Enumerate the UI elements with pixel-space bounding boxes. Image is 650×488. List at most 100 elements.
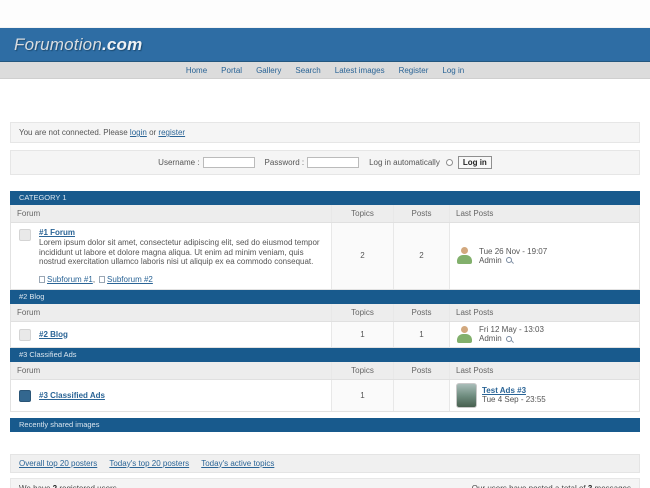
category-3-table: Forum Topics Posts Last Posts #3 Classif… xyxy=(10,362,640,412)
subforum-icon xyxy=(39,276,45,283)
registered-prefix: We have xyxy=(19,484,50,488)
forum-cell: #2 Blog xyxy=(11,322,331,347)
header-last-posts: Last Posts xyxy=(449,362,639,379)
view-latest-post-icon[interactable] xyxy=(506,257,512,263)
subforum-icon xyxy=(99,276,105,283)
login-form: Username : Password : Log in automatical… xyxy=(10,150,640,175)
registered-users-text: We have 2 registered users xyxy=(19,483,117,488)
connect-notice-or: or xyxy=(149,128,156,137)
login-link[interactable]: login xyxy=(130,128,147,137)
password-label: Password : xyxy=(265,158,305,167)
nav-item-search[interactable]: Search xyxy=(295,66,320,75)
registered-users-line: We have 2 registered users Our users hav… xyxy=(19,483,631,488)
forum-link[interactable]: #1 Forum xyxy=(39,228,75,237)
forum-cell: #3 Classified Ads xyxy=(11,380,331,411)
subforum-link-2[interactable]: Subforum #2 xyxy=(107,275,153,284)
topics-count: 2 xyxy=(331,223,393,289)
header-last-posts: Last Posts xyxy=(449,304,639,321)
login-button[interactable]: Log in xyxy=(458,156,492,169)
header-posts: Posts xyxy=(393,205,449,222)
register-link[interactable]: register xyxy=(158,128,185,137)
forum-status-icon xyxy=(19,329,31,341)
category-1-header: CATEGORY 1 xyxy=(10,191,640,205)
table-header-row: Forum Topics Posts Last Posts xyxy=(11,205,639,223)
messages-prefix: Our users have posted a total of xyxy=(472,484,586,488)
site-title: Forumotion.com xyxy=(14,35,142,55)
avatar xyxy=(456,246,473,265)
header-last-posts: Last Posts xyxy=(449,205,639,222)
topics-count: 1 xyxy=(331,380,393,411)
last-post-info: Tue 26 Nov - 19:07 Admin xyxy=(479,247,547,265)
table-header-row: Forum Topics Posts Last Posts xyxy=(11,362,639,380)
forum-status-icon xyxy=(19,229,31,241)
avatar-head xyxy=(461,247,468,254)
username-label: Username : xyxy=(158,158,199,167)
nav-item-gallery[interactable]: Gallery xyxy=(256,66,281,75)
auto-login-checkbox[interactable] xyxy=(446,159,453,166)
last-post-info: Test Ads #3 Tue 4 Sep - 23:55 xyxy=(482,386,546,404)
last-post-time: Tue 26 Nov - 19:07 xyxy=(479,247,547,256)
avatar-body xyxy=(457,255,472,264)
nav-item-home[interactable]: Home xyxy=(186,66,207,75)
registered-suffix: registered users xyxy=(59,484,116,488)
today-active-topics-link[interactable]: Today's active topics xyxy=(201,459,274,468)
category-2-header: #2 Blog xyxy=(10,290,640,304)
connect-notice: You are not connected. Please login or r… xyxy=(10,122,640,143)
header-forum: Forum xyxy=(11,304,331,321)
table-header-row: Forum Topics Posts Last Posts xyxy=(11,304,639,322)
avatar xyxy=(456,325,473,344)
nav-item-login[interactable]: Log in xyxy=(442,66,464,75)
header-topics: Topics xyxy=(331,304,393,321)
forum-row-2: #2 Blog 1 1 Fri 12 May - 13:03 Admin xyxy=(11,322,639,347)
header-posts: Posts xyxy=(393,304,449,321)
last-post-cell: Test Ads #3 Tue 4 Sep - 23:55 xyxy=(449,380,639,411)
last-post-info: Fri 12 May - 13:03 Admin xyxy=(479,325,544,343)
subforum-separator: , xyxy=(93,275,95,284)
category-1-table: Forum Topics Posts Last Posts #1 Forum L… xyxy=(10,205,640,290)
forum-link[interactable]: #3 Classified Ads xyxy=(39,391,105,400)
quick-links: Overall top 20 posters Today's top 20 po… xyxy=(10,454,640,473)
overall-top-posters-link[interactable]: Overall top 20 posters xyxy=(19,459,97,468)
last-post-cell: Tue 26 Nov - 19:07 Admin xyxy=(449,223,639,289)
nav-item-register[interactable]: Register xyxy=(399,66,429,75)
recent-images-body xyxy=(10,432,640,450)
forum-page: Forumotion.com Home Portal Gallery Searc… xyxy=(0,0,650,488)
last-post-thumbnail[interactable] xyxy=(456,383,477,408)
last-post-topic-link[interactable]: Test Ads #3 xyxy=(482,386,526,395)
last-post-author-name: Admin xyxy=(479,256,502,265)
registered-count: 2 xyxy=(53,484,57,488)
last-post-time: Fri 12 May - 13:03 xyxy=(479,325,544,334)
posts-count: 2 xyxy=(393,223,449,289)
avatar-body xyxy=(457,334,472,343)
header-topics: Topics xyxy=(331,205,393,222)
last-post-cell: Fri 12 May - 13:03 Admin xyxy=(449,322,639,347)
forum-description: Lorem ipsum dolor sit amet, consectetur … xyxy=(39,238,325,267)
subforum-link-1[interactable]: Subforum #1 xyxy=(47,275,93,284)
username-input[interactable] xyxy=(203,157,255,168)
forum-cell: #1 Forum Lorem ipsum dolor sit amet, con… xyxy=(11,223,331,289)
forum-status-icon-unread xyxy=(19,390,31,402)
forum-info: #1 Forum Lorem ipsum dolor sit amet, con… xyxy=(39,228,325,284)
today-top-posters-link[interactable]: Today's top 20 posters xyxy=(109,459,189,468)
member-stats: We have 2 registered users Our users hav… xyxy=(10,478,640,488)
forum-row-1: #1 Forum Lorem ipsum dolor sit amet, con… xyxy=(11,223,639,289)
last-post-time: Tue 4 Sep - 23:55 xyxy=(482,395,546,404)
category-3-header: #3 Classified Ads xyxy=(10,348,640,362)
category-2-table: Forum Topics Posts Last Posts #2 Blog 1 … xyxy=(10,304,640,348)
nav-item-portal[interactable]: Portal xyxy=(221,66,242,75)
forum-row-3: #3 Classified Ads 1 Test Ads #3 Tue 4 Se… xyxy=(11,380,639,411)
topics-count: 1 xyxy=(331,322,393,347)
auto-login-label: Log in automatically xyxy=(369,158,440,167)
password-input[interactable] xyxy=(307,157,359,168)
main-nav: Home Portal Gallery Search Latest images… xyxy=(0,62,650,79)
header-posts: Posts xyxy=(393,362,449,379)
last-post-author-name: Admin xyxy=(479,334,502,343)
site-header: Forumotion.com xyxy=(0,28,650,62)
site-title-bold: .com xyxy=(102,35,142,54)
posts-count xyxy=(393,380,449,411)
view-latest-post-icon[interactable] xyxy=(506,336,512,342)
forum-link[interactable]: #2 Blog xyxy=(39,330,68,339)
messages-suffix: messages xyxy=(595,484,631,488)
nav-item-latest-images[interactable]: Latest images xyxy=(335,66,385,75)
subforum-list: Subforum #1 , Subforum #2 xyxy=(39,275,325,284)
